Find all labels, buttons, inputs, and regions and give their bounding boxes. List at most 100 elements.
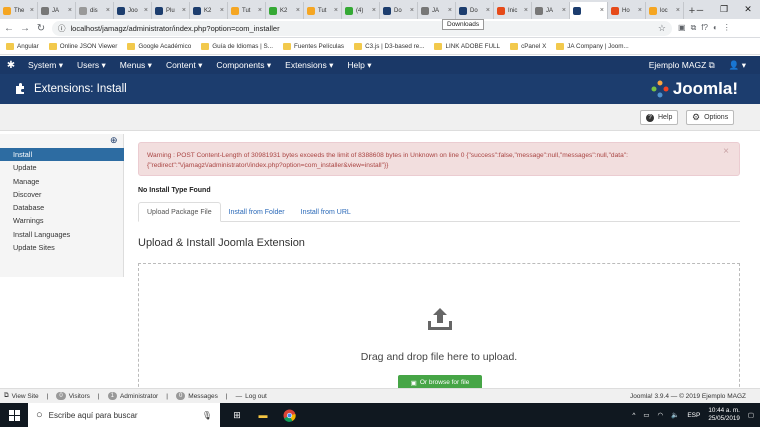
tab-close-icon[interactable]: × bbox=[30, 7, 34, 14]
tab-close-icon[interactable]: × bbox=[182, 7, 186, 14]
tab-close-icon[interactable]: × bbox=[524, 7, 528, 14]
info-icon[interactable]: ⓘ bbox=[58, 23, 66, 34]
administrator-link[interactable]: 1 Administrator bbox=[107, 392, 158, 400]
joomla-logo-icon[interactable]: ✱ bbox=[0, 60, 22, 71]
alert-close-icon[interactable]: × bbox=[723, 147, 729, 157]
notifications-icon[interactable]: ▢ bbox=[748, 411, 754, 419]
windows-start-icon[interactable] bbox=[0, 409, 28, 421]
close-window-icon[interactable]: ✕ bbox=[736, 0, 760, 19]
visitors-link[interactable]: 0 Visitors bbox=[56, 392, 90, 400]
browser-tab[interactable]: Plu × bbox=[152, 2, 190, 19]
sidebar-item[interactable]: Warnings bbox=[0, 214, 124, 227]
bookmark-item[interactable]: JA Company | Joom... bbox=[556, 42, 629, 50]
bookmark-item[interactable]: cPanel X bbox=[510, 42, 546, 50]
browser-tab[interactable]: × bbox=[570, 2, 608, 19]
browser-tab[interactable]: loc × bbox=[646, 2, 684, 19]
admin-menu-item[interactable]: Users ▾ bbox=[77, 60, 106, 71]
extension-icon[interactable]: ⧉ bbox=[691, 23, 697, 33]
browser-tab[interactable]: Joo × bbox=[114, 2, 152, 19]
sidebar-item[interactable]: Install bbox=[0, 148, 124, 162]
drop-zone[interactable]: Drag and drop file here to upload. ▣ Or … bbox=[138, 263, 740, 397]
admin-menu-item[interactable]: Extensions ▾ bbox=[285, 60, 333, 71]
extension-icon[interactable]: ◐ bbox=[713, 23, 718, 33]
tab-close-icon[interactable]: × bbox=[562, 7, 566, 14]
install-tab[interactable]: Install from Folder bbox=[221, 202, 293, 222]
tab-close-icon[interactable]: × bbox=[410, 7, 414, 14]
tab-close-icon[interactable]: × bbox=[106, 7, 110, 14]
bookmark-item[interactable]: Fuentes Películas bbox=[283, 42, 344, 50]
tab-close-icon[interactable]: × bbox=[486, 7, 490, 14]
browser-tab[interactable]: JA × bbox=[418, 2, 456, 19]
browser-tab[interactable]: Tut × bbox=[304, 2, 342, 19]
tab-close-icon[interactable]: × bbox=[68, 7, 72, 14]
help-button[interactable]: ? Help bbox=[640, 110, 679, 125]
sidebar-toggle-icon[interactable]: ⊕ bbox=[110, 135, 118, 146]
browser-tab[interactable]: The × bbox=[0, 2, 38, 19]
sidebar-item[interactable]: Database bbox=[0, 201, 124, 214]
tab-close-icon[interactable]: × bbox=[372, 7, 376, 14]
tab-close-icon[interactable]: × bbox=[600, 7, 604, 14]
user-menu[interactable]: 👤 ▾ bbox=[729, 60, 746, 71]
options-button[interactable]: ⚙ Options bbox=[686, 110, 735, 125]
tab-close-icon[interactable]: × bbox=[296, 7, 300, 14]
logout-link[interactable]: — Log out bbox=[236, 393, 267, 400]
browser-tab[interactable]: K2 × bbox=[190, 2, 228, 19]
sidebar-item[interactable]: Manage bbox=[0, 175, 124, 188]
bookmark-item[interactable]: Angular bbox=[6, 42, 39, 50]
forward-icon[interactable]: → bbox=[20, 23, 30, 34]
browser-tab[interactable]: Do × bbox=[380, 2, 418, 19]
admin-menu-item[interactable]: Content ▾ bbox=[166, 60, 202, 71]
bookmark-item[interactable]: Google Académico bbox=[127, 42, 191, 50]
maximize-icon[interactable]: ❐ bbox=[712, 0, 736, 19]
tab-close-icon[interactable]: × bbox=[220, 7, 224, 14]
browser-tab[interactable]: (4) × bbox=[342, 2, 380, 19]
volume-icon[interactable]: 🔈 bbox=[671, 411, 679, 419]
install-tab[interactable]: Install from URL bbox=[293, 202, 359, 222]
back-icon[interactable]: ← bbox=[4, 23, 14, 34]
extension-icon[interactable]: f? bbox=[701, 23, 708, 33]
chrome-icon[interactable] bbox=[282, 408, 296, 422]
menu-dots-icon[interactable]: ⋮ bbox=[723, 23, 731, 33]
microphone-icon[interactable]: 🎙 bbox=[202, 411, 212, 420]
extension-icon[interactable]: ▣ bbox=[678, 23, 686, 33]
bookmark-item[interactable]: LINK ADOBE FULL bbox=[434, 42, 500, 50]
admin-menu-item[interactable]: System ▾ bbox=[28, 60, 63, 71]
admin-menu-item[interactable]: Menus ▾ bbox=[120, 60, 152, 71]
sidebar-item[interactable]: Install Languages bbox=[0, 228, 124, 241]
file-explorer-icon[interactable]: ▬ bbox=[256, 408, 270, 422]
sidebar-item[interactable]: Discover bbox=[0, 188, 124, 201]
url-field[interactable]: ⓘ localhost/jamagz/administrator/index.p… bbox=[52, 20, 672, 36]
task-view-icon[interactable]: ⊞ bbox=[230, 408, 244, 422]
browser-tab[interactable]: JA × bbox=[38, 2, 76, 19]
browser-tab[interactable]: dis × bbox=[76, 2, 114, 19]
browser-tab[interactable]: Inic × bbox=[494, 2, 532, 19]
messages-link[interactable]: 0 Messages bbox=[175, 392, 218, 400]
site-link[interactable]: Ejemplo MAGZ ⧉ bbox=[649, 60, 715, 71]
install-tab[interactable]: Upload Package File bbox=[138, 202, 221, 222]
bookmark-item[interactable]: Guía de Idiomas | S... bbox=[201, 42, 273, 50]
browser-tab[interactable]: Tut × bbox=[228, 2, 266, 19]
wifi-icon[interactable]: ◠ bbox=[658, 411, 664, 419]
bookmark-item[interactable]: C3.js | D3-based re... bbox=[354, 42, 424, 50]
view-site-link[interactable]: ⧉ View Site bbox=[4, 392, 39, 400]
tab-close-icon[interactable]: × bbox=[676, 7, 680, 14]
tab-close-icon[interactable]: × bbox=[334, 7, 338, 14]
language-indicator[interactable]: ESP bbox=[687, 412, 700, 419]
clock[interactable]: 10:44 a. m. 25/05/2019 bbox=[708, 407, 740, 423]
network-icon[interactable]: ▭ bbox=[643, 411, 649, 419]
tab-close-icon[interactable]: × bbox=[144, 7, 148, 14]
browser-tab[interactable]: JA × bbox=[532, 2, 570, 19]
browser-tab[interactable]: Ho × bbox=[608, 2, 646, 19]
sidebar-item[interactable]: Update Sites bbox=[0, 241, 124, 254]
bookmark-item[interactable]: Online JSON Viewer bbox=[48, 42, 117, 50]
sidebar-item[interactable]: Update bbox=[0, 161, 124, 174]
minimize-icon[interactable]: ─ bbox=[688, 0, 712, 19]
browser-tab[interactable]: Do × bbox=[456, 2, 494, 19]
browser-tab[interactable]: K2 × bbox=[266, 2, 304, 19]
tab-close-icon[interactable]: × bbox=[638, 7, 642, 14]
reload-icon[interactable]: ↻ bbox=[36, 23, 46, 34]
admin-menu-item[interactable]: Components ▾ bbox=[216, 60, 271, 71]
taskbar-search[interactable]: ○ Escribe aquí para buscar 🎙 bbox=[28, 403, 220, 427]
tab-close-icon[interactable]: × bbox=[448, 7, 452, 14]
tray-chevron-icon[interactable]: ^ bbox=[632, 412, 635, 419]
